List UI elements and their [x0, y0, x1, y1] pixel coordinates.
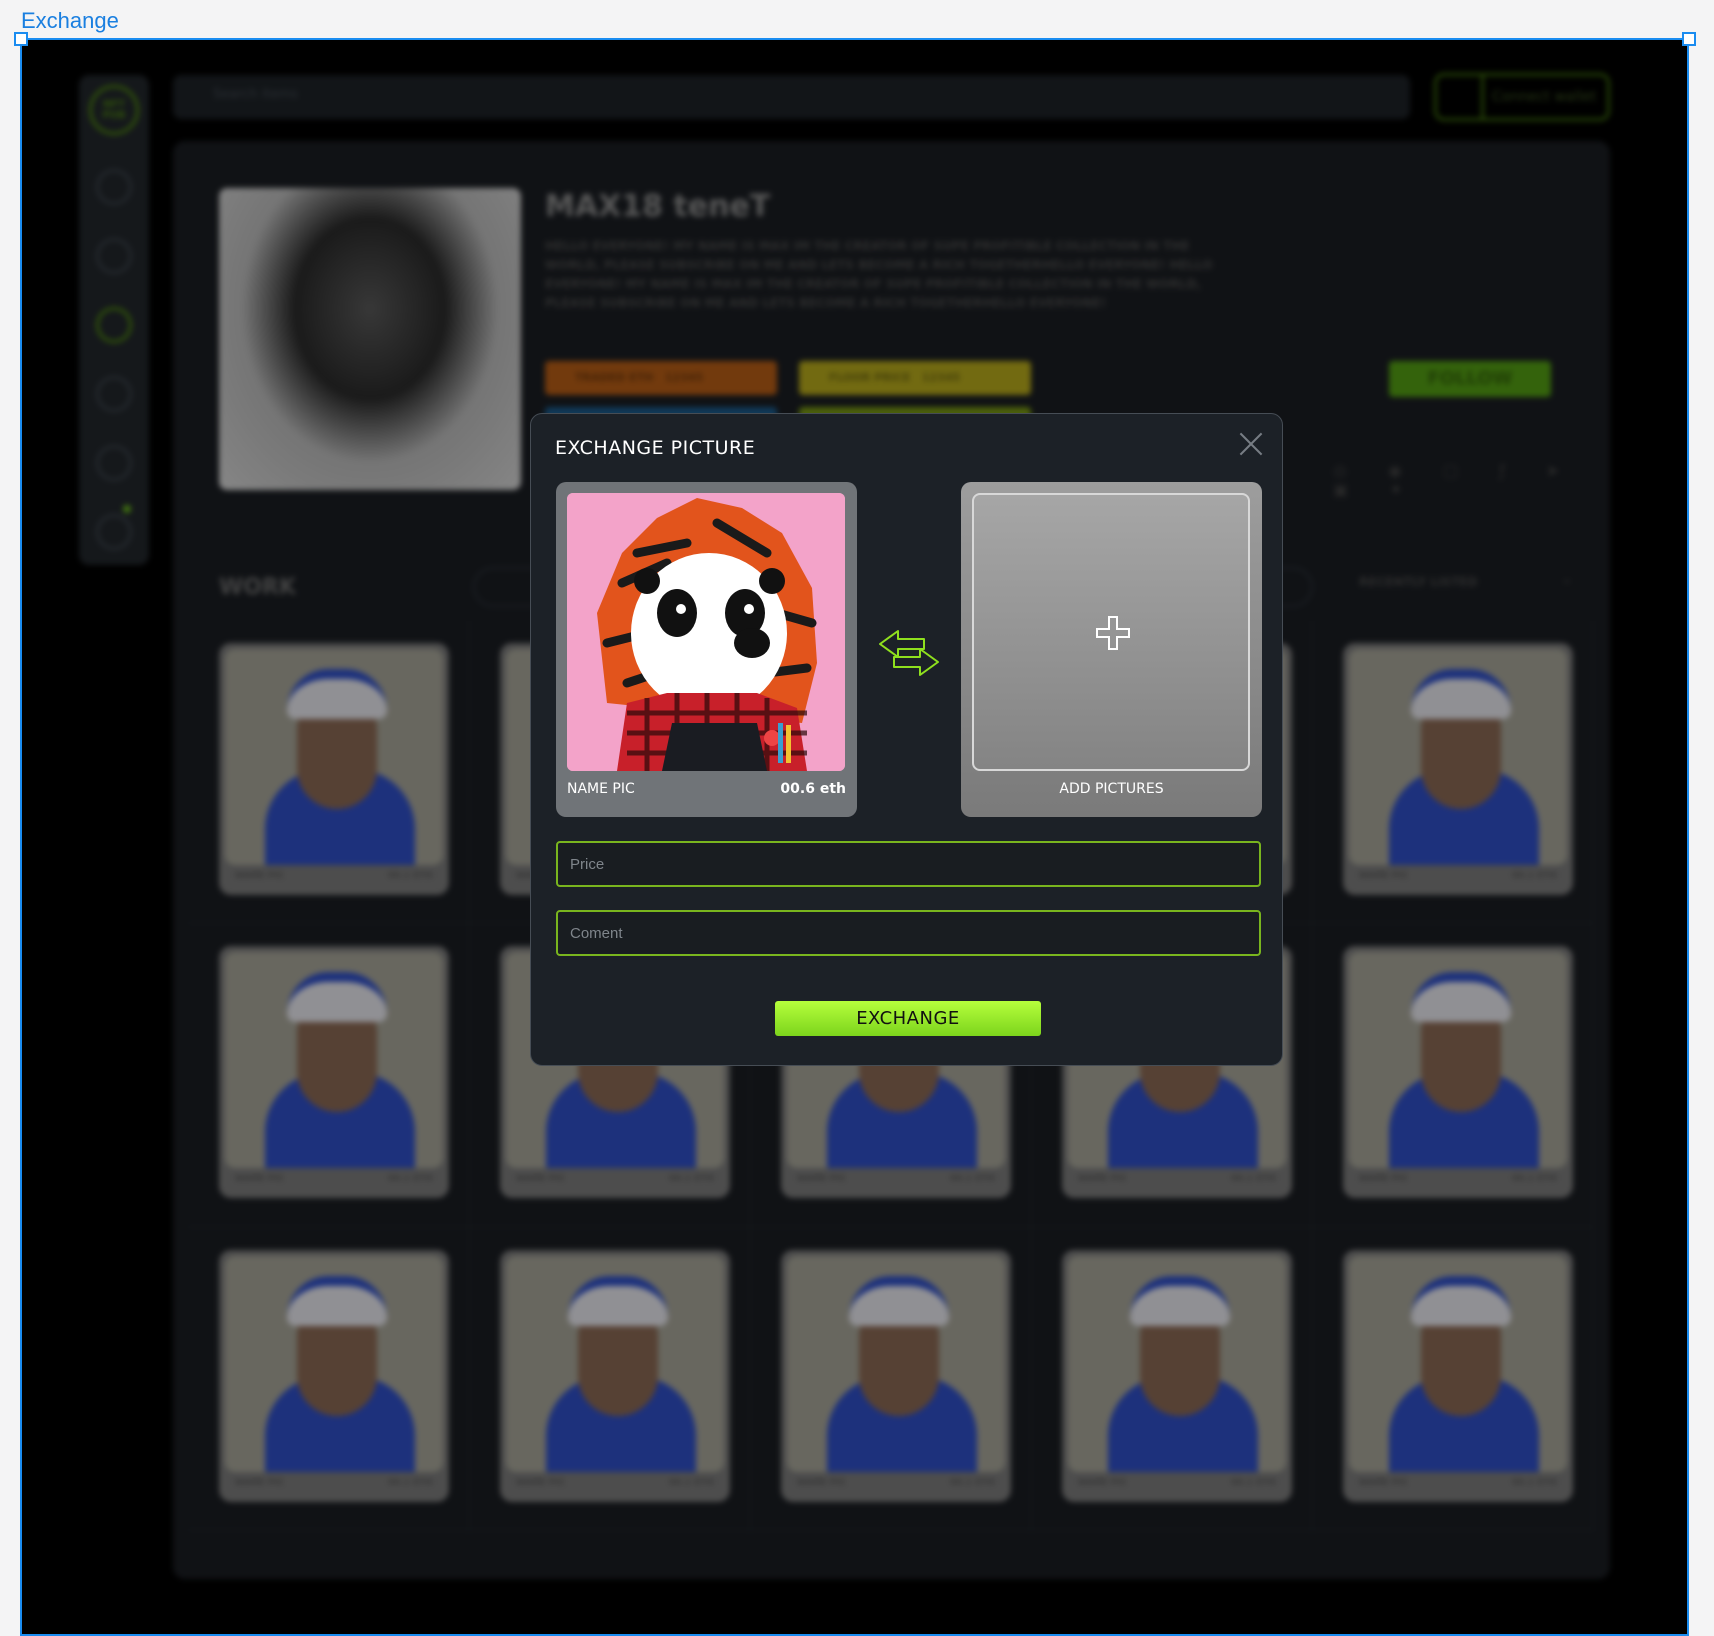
modal-title: EXCHANGE PICTURE [555, 437, 756, 459]
price-input[interactable] [556, 841, 1261, 887]
nft-footer: NAME PIC 00.6 eth [567, 781, 846, 797]
selection-handle-top-left[interactable] [14, 32, 28, 46]
exchange-button[interactable]: EXCHANGE [775, 1001, 1041, 1036]
swap-arrows-icon [879, 630, 939, 676]
plus-icon [1096, 616, 1130, 650]
frame-title: Exchange [21, 8, 119, 33]
hedgehog-panda-artwork [567, 493, 845, 771]
nft-price: 00.6 eth [780, 781, 846, 797]
nft-image [567, 493, 845, 771]
selected-nft-card[interactable]: NAME PIC 00.6 eth [556, 482, 857, 817]
selection-handle-top-right[interactable] [1682, 32, 1696, 46]
exchange-frame: NFT PUB Search items Connect wallet MAX1… [20, 38, 1689, 1636]
comment-input[interactable] [556, 910, 1261, 956]
nft-name: NAME PIC [567, 781, 635, 797]
add-pictures-label: ADD PICTURES [1059, 781, 1164, 797]
close-icon[interactable] [1239, 432, 1263, 456]
add-picture-card: ADD PICTURES [961, 482, 1262, 817]
add-picture-button[interactable] [972, 493, 1250, 771]
exchange-modal: EXCHANGE PICTURE NAME PIC 00.6 eth ADD P… [530, 413, 1283, 1066]
